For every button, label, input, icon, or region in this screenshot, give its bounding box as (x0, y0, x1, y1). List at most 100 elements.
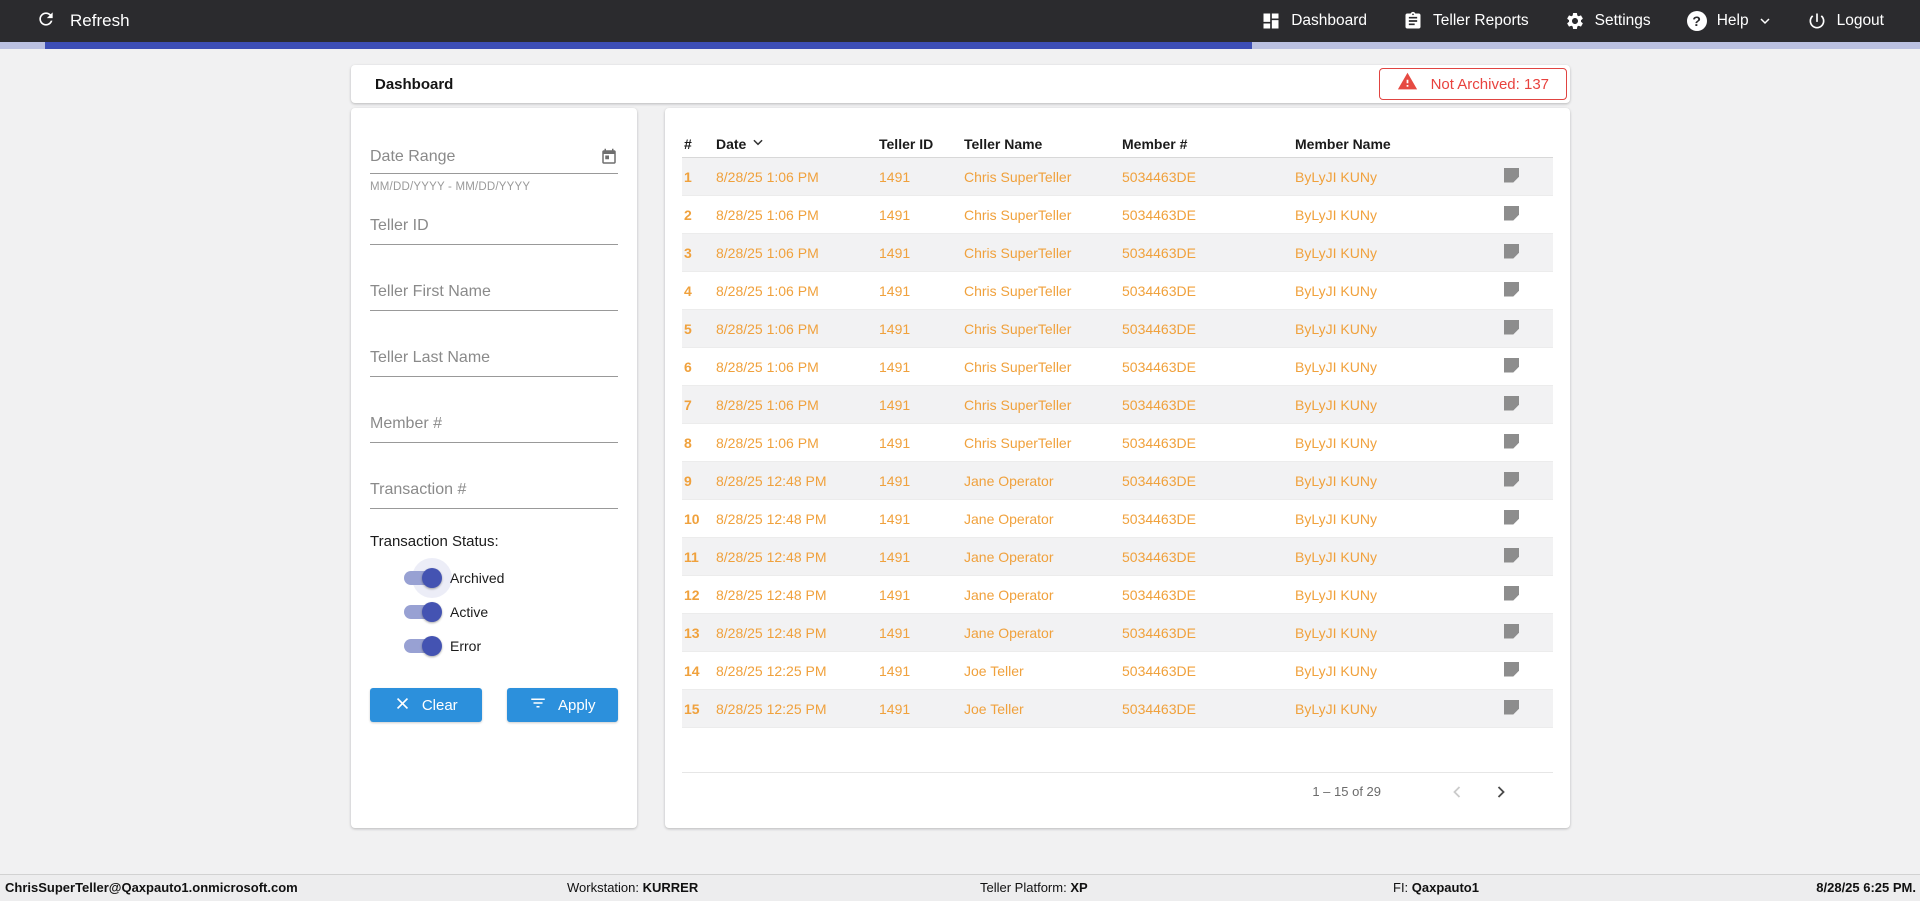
cell-row-number: 12 (684, 586, 700, 603)
column-header-date[interactable]: Date (716, 135, 879, 152)
cell-teller-id: 1491 (879, 662, 911, 679)
table-row[interactable]: 10 8/28/25 12:48 PM 1491 Jane Operator 5… (682, 500, 1553, 538)
note-fold (1514, 367, 1519, 373)
table-row[interactable]: 13 8/28/25 12:48 PM 1491 Jane Operator 5… (682, 614, 1553, 652)
nav-item-teller-reports[interactable]: Teller Reports (1403, 11, 1529, 31)
cell-date: 8/28/25 12:48 PM (716, 586, 827, 603)
filter-text-field[interactable]: Teller ID (370, 217, 618, 283)
filter-text-field[interactable]: Teller First Name (370, 283, 618, 349)
refresh-icon (36, 9, 56, 34)
cell-member-name: ByLyJI KUNy (1295, 244, 1377, 261)
cell-teller-id: 1491 (879, 282, 911, 299)
cell-teller-id: 1491 (879, 700, 911, 717)
cell-member-number: 5034463DE (1122, 282, 1196, 299)
cell-date: 8/28/25 12:48 PM (716, 624, 827, 641)
table-row[interactable]: 4 8/28/25 1:06 PM 1491 Chris SuperTeller… (682, 272, 1553, 310)
cell-member-name: ByLyJI KUNy (1295, 206, 1377, 223)
note-icon[interactable] (1504, 167, 1519, 183)
toggle-switch[interactable] (404, 602, 442, 622)
note-icon[interactable] (1504, 433, 1519, 449)
note-icon[interactable] (1504, 585, 1519, 601)
refresh-button[interactable]: Refresh (36, 9, 130, 34)
note-fold (1514, 557, 1519, 563)
column-header-member-name[interactable]: Member Name (1295, 136, 1487, 152)
cell-member-name: ByLyJI KUNy (1295, 510, 1377, 527)
nav-item-help[interactable]: ? Help (1686, 11, 1771, 31)
cell-member-name: ByLyJI KUNy (1295, 624, 1377, 641)
table-row[interactable]: 11 8/28/25 12:48 PM 1491 Jane Operator 5… (682, 538, 1553, 576)
cell-teller-name: Chris SuperTeller (964, 206, 1072, 223)
nav-label: Teller Reports (1433, 12, 1529, 29)
cell-row-number: 13 (684, 624, 700, 641)
apply-button[interactable]: Apply (506, 688, 618, 722)
table-row[interactable]: 7 8/28/25 1:06 PM 1491 Chris SuperTeller… (682, 386, 1553, 424)
cell-date: 8/28/25 1:06 PM (716, 282, 819, 299)
table-row[interactable]: 5 8/28/25 1:06 PM 1491 Chris SuperTeller… (682, 310, 1553, 348)
close-icon (394, 695, 411, 716)
table-row[interactable]: 3 8/28/25 1:06 PM 1491 Chris SuperTeller… (682, 234, 1553, 272)
cell-member-number: 5034463DE (1122, 434, 1196, 451)
cell-date: 8/28/25 12:48 PM (716, 472, 827, 489)
note-icon[interactable] (1504, 547, 1519, 563)
status-item-value: 8/28/25 6:25 PM. (1816, 880, 1916, 895)
note-icon[interactable] (1504, 471, 1519, 487)
note-icon[interactable] (1504, 243, 1519, 259)
clear-button[interactable]: Clear (370, 688, 482, 722)
toggle-switch[interactable] (404, 558, 452, 598)
cell-teller-id: 1491 (879, 510, 911, 527)
cell-teller-name: Joe Teller (964, 662, 1024, 679)
cell-teller-id: 1491 (879, 244, 911, 261)
cell-date: 8/28/25 1:06 PM (716, 434, 819, 451)
column-header-teller-name[interactable]: Teller Name (964, 136, 1122, 152)
column-header-number[interactable]: # (684, 136, 716, 152)
status-item-label: FI: (1393, 880, 1412, 895)
cell-teller-id: 1491 (879, 472, 911, 489)
cell-date: 8/28/25 1:06 PM (716, 244, 819, 261)
status-item-label: Teller Platform: (980, 880, 1071, 895)
note-icon[interactable] (1504, 357, 1519, 373)
cell-teller-name: Chris SuperTeller (964, 244, 1072, 261)
cell-row-number: 7 (684, 396, 692, 413)
note-icon[interactable] (1504, 395, 1519, 411)
table-row[interactable]: 6 8/28/25 1:06 PM 1491 Chris SuperTeller… (682, 348, 1553, 386)
table-row[interactable]: 15 8/28/25 12:25 PM 1491 Joe Teller 5034… (682, 690, 1553, 728)
note-icon[interactable] (1504, 281, 1519, 297)
nav-label: Help (1716, 12, 1749, 29)
date-range-field[interactable]: Date Range MM/DD/YYYY - MM/DD/YYYY (370, 148, 618, 217)
cell-member-name: ByLyJI KUNy (1295, 586, 1377, 603)
calendar-icon[interactable] (600, 148, 618, 171)
not-archived-alert-badge[interactable]: Not Archived: 137 (1378, 68, 1567, 100)
table-row[interactable]: 8 8/28/25 1:06 PM 1491 Chris SuperTeller… (682, 424, 1553, 462)
column-header-teller-id[interactable]: Teller ID (879, 136, 964, 152)
cell-teller-id: 1491 (879, 358, 911, 375)
filter-text-field[interactable]: Teller Last Name (370, 349, 618, 415)
table-row[interactable]: 2 8/28/25 1:06 PM 1491 Chris SuperTeller… (682, 196, 1553, 234)
note-icon[interactable] (1504, 205, 1519, 221)
cell-member-number: 5034463DE (1122, 320, 1196, 337)
note-icon[interactable] (1504, 319, 1519, 335)
previous-page-button[interactable] (1447, 782, 1467, 802)
nav-item-logout[interactable]: Logout (1807, 11, 1884, 31)
nav-item-settings[interactable]: Settings (1565, 11, 1651, 31)
results-table-card: # Date Teller ID Teller Name Member # Me… (665, 108, 1570, 828)
note-icon[interactable] (1504, 623, 1519, 639)
next-page-button[interactable] (1491, 782, 1511, 802)
filter-icon (529, 694, 547, 716)
clear-button-label: Clear (421, 696, 458, 714)
note-icon[interactable] (1504, 661, 1519, 677)
toggle-switch[interactable] (404, 636, 442, 656)
table-row[interactable]: 1 8/28/25 1:06 PM 1491 Chris SuperTeller… (682, 158, 1553, 196)
table-row[interactable]: 9 8/28/25 12:48 PM 1491 Jane Operator 50… (682, 462, 1553, 500)
cell-member-number: 5034463DE (1122, 206, 1196, 223)
cell-row-number: 1 (684, 168, 692, 185)
nav-item-dashboard[interactable]: Dashboard (1261, 11, 1367, 31)
transaction-status-toggles: Archived Active Error (370, 558, 618, 663)
table-row[interactable]: 12 8/28/25 12:48 PM 1491 Jane Operator 5… (682, 576, 1553, 614)
filter-text-field[interactable]: Member # (370, 415, 618, 481)
note-icon[interactable] (1504, 699, 1519, 715)
table-row[interactable]: 14 8/28/25 12:25 PM 1491 Joe Teller 5034… (682, 652, 1553, 690)
status-toggle-row: Error (370, 629, 618, 663)
note-icon[interactable] (1504, 509, 1519, 525)
cell-member-name: ByLyJI KUNy (1295, 168, 1377, 185)
column-header-member-number[interactable]: Member # (1122, 136, 1295, 152)
